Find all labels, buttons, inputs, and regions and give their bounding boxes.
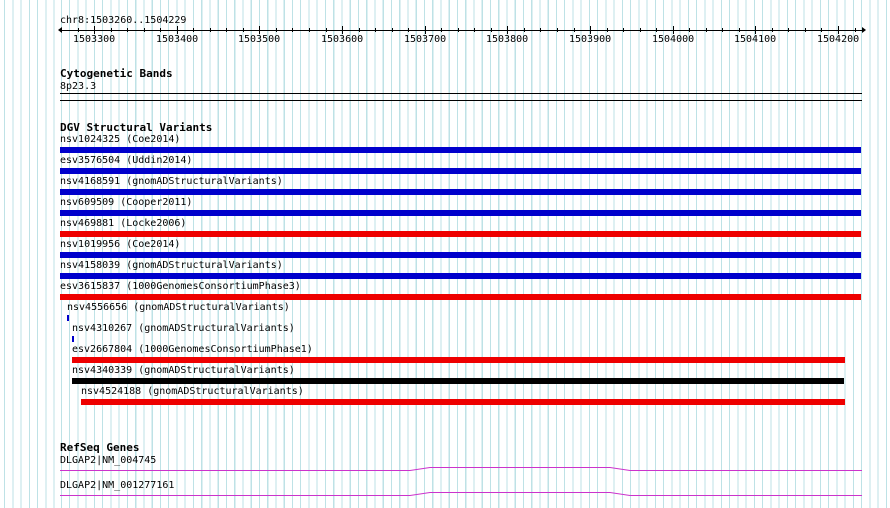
ruler-minor-tick (755, 26, 756, 34)
dgv-feature-label[interactable]: nsv4168591 (gnomADStructuralVariants) (60, 176, 283, 187)
ruler-tick-label: 1504200 (817, 34, 860, 45)
dgv-feature-label[interactable]: nsv4556656 (gnomADStructuralVariants) (67, 302, 290, 313)
ruler-tick-label: 1503900 (569, 34, 612, 45)
gene-label[interactable]: DLGAP2|NM_001277161 (60, 480, 174, 491)
cytoband-band[interactable] (60, 93, 862, 94)
ruler-minor-tick (607, 28, 608, 32)
ruler-minor-tick (474, 28, 475, 32)
ruler-minor-tick (342, 26, 343, 34)
ruler-tick-label: 1503800 (486, 34, 529, 45)
ruler-minor-tick (226, 28, 227, 32)
ruler-minor-tick (491, 28, 492, 32)
cytoband-track-title[interactable]: Cytogenetic Bands (60, 67, 173, 80)
ruler-minor-tick (507, 26, 508, 34)
ruler-minor-tick (557, 28, 558, 32)
dgv-feature-label[interactable]: esv2667804 (1000GenomesConsortiumPhase1) (72, 344, 313, 355)
dgv-feature-bar[interactable] (81, 399, 845, 405)
ruler-minor-tick (805, 28, 806, 32)
dgv-feature-label[interactable]: nsv4158039 (gnomADStructuralVariants) (60, 260, 283, 271)
dgv-feature-bar[interactable] (60, 273, 861, 279)
dgv-feature-bar[interactable] (60, 147, 861, 153)
genome-browser: chr8:1503260..1504229 1503300 1503400 1503… (0, 0, 890, 508)
ruler-tick-label: 1503600 (321, 34, 364, 45)
ruler-minor-tick (94, 26, 95, 34)
ruler-minor-tick (177, 26, 178, 34)
ruler-minor-tick (425, 26, 426, 34)
dgv-feature-bar[interactable] (60, 294, 861, 300)
ruler-minor-tick (640, 28, 641, 32)
track-divider (60, 100, 862, 101)
dgv-track-title[interactable]: DGV Structural Variants (60, 121, 212, 134)
ruler-minor-tick (656, 28, 657, 32)
ruler-tick-label: 1503500 (238, 34, 281, 45)
dgv-feature-label[interactable]: nsv609509 (Cooper2011) (60, 197, 192, 208)
ruler-minor-tick (375, 28, 376, 32)
dgv-feature-label[interactable]: nsv4310267 (gnomADStructuralVariants) (72, 323, 295, 334)
ruler-tick-label: 1503700 (404, 34, 447, 45)
region-label: chr8:1503260..1504229 (60, 15, 187, 26)
ruler-axis (61, 30, 862, 31)
ruler-minor-tick (276, 28, 277, 32)
gene-model (60, 492, 862, 496)
dgv-feature-bar[interactable] (60, 231, 861, 237)
ruler-right-arrow (862, 27, 866, 33)
dgv-feature-bar[interactable] (72, 357, 845, 363)
ruler-minor-tick (309, 28, 310, 32)
ruler-minor-tick (243, 28, 244, 32)
ruler-minor-tick (210, 28, 211, 32)
ruler-minor-tick (739, 28, 740, 32)
dgv-feature-label[interactable]: nsv469881 (Locke2006) (60, 218, 186, 229)
ruler-minor-tick (673, 26, 674, 34)
dgv-feature-bar[interactable] (60, 210, 861, 216)
ruler-minor-tick (689, 28, 690, 32)
ruler-minor-tick (259, 26, 260, 34)
dgv-feature-label[interactable]: nsv4340339 (gnomADStructuralVariants) (72, 365, 295, 376)
ruler-minor-tick (540, 28, 541, 32)
ruler-minor-tick (441, 28, 442, 32)
dgv-feature-bar[interactable] (72, 336, 74, 342)
ruler-minor-tick (111, 28, 112, 32)
ruler-tick-label: 1503400 (156, 34, 199, 45)
dgv-feature-label[interactable]: nsv1019956 (Coe2014) (60, 239, 180, 250)
ruler-minor-tick (408, 28, 409, 32)
dgv-feature-label[interactable]: nsv4524188 (gnomADStructuralVariants) (81, 386, 304, 397)
ruler-minor-tick (127, 28, 128, 32)
ruler-minor-tick (706, 28, 707, 32)
ruler-tick-label: 1503300 (73, 34, 116, 45)
dgv-feature-bar[interactable] (72, 378, 844, 384)
dgv-feature-label[interactable]: nsv1024325 (Coe2014) (60, 134, 180, 145)
dgv-feature-bar[interactable] (67, 315, 69, 321)
ruler-tick-label: 1504000 (652, 34, 695, 45)
dgv-feature-label[interactable]: esv3576504 (Uddin2014) (60, 155, 192, 166)
ruler-minor-tick (144, 28, 145, 32)
ruler-minor-tick (772, 28, 773, 32)
cytoband-label: 8p23.3 (60, 81, 97, 92)
gene-model (60, 467, 862, 471)
dgv-feature-label[interactable]: esv3615837 (1000GenomesConsortiumPhase3) (60, 281, 301, 292)
ruler-minor-tick (160, 28, 161, 32)
gene-label[interactable]: DLGAP2|NM_004745 (60, 455, 156, 466)
ruler-left-arrow (58, 27, 62, 33)
ruler-minor-tick (359, 28, 360, 32)
ruler-minor-tick (855, 28, 856, 32)
ruler-minor-tick (78, 28, 79, 32)
refseq-track-title[interactable]: RefSeq Genes (60, 441, 139, 454)
ruler-minor-tick (193, 28, 194, 32)
ruler-minor-tick (458, 28, 459, 32)
dgv-feature-bar[interactable] (60, 189, 861, 195)
ruler-minor-tick (574, 28, 575, 32)
dgv-feature-bar[interactable] (60, 168, 861, 174)
ruler-minor-tick (392, 28, 393, 32)
ruler-minor-tick (722, 28, 723, 32)
ruler-tick-label: 1504100 (734, 34, 777, 45)
ruler-minor-tick (524, 28, 525, 32)
ruler-minor-tick (623, 28, 624, 32)
ruler-minor-tick (590, 26, 591, 34)
dgv-feature-bar[interactable] (60, 252, 861, 258)
ruler-minor-tick (821, 28, 822, 32)
ruler-minor-tick (292, 28, 293, 32)
ruler-minor-tick (838, 26, 839, 34)
ruler-minor-tick (326, 28, 327, 32)
ruler-minor-tick (788, 28, 789, 32)
